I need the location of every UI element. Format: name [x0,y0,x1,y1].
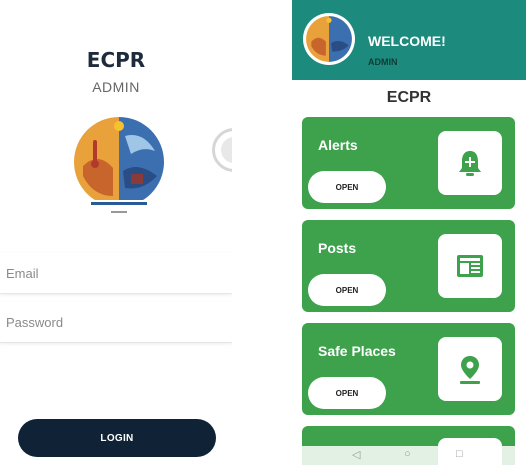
posts-icon-box[interactable] [438,234,502,298]
card-label: Safe Places [318,343,396,359]
email-input[interactable] [0,253,226,293]
back-nav-icon[interactable]: ◁ [352,448,360,461]
open-safe-places-button[interactable]: OPEN [308,377,386,409]
map-pin-icon [460,356,480,384]
profile-circle-icon [212,128,232,172]
login-button[interactable]: LOGIN [18,419,216,457]
app-title: ECPR [86,48,146,72]
safe-places-card[interactable]: Safe Places OPEN [302,323,515,415]
home-nav-icon[interactable]: ○ [404,448,411,460]
newspaper-icon [457,255,483,277]
bell-plus-icon [459,151,481,176]
dashboard-header: WELCOME! ADMIN [292,0,526,80]
login-screen: ECPR ADMIN LOGIN [0,0,232,465]
recent-nav-icon[interactable]: □ [456,448,463,460]
password-input[interactable] [0,302,226,342]
organization-logo [74,117,164,213]
admin-subtitle: ADMIN [92,79,140,95]
role-label: ADMIN [368,57,398,67]
dashboard-screen: WELCOME! ADMIN ECPR Alerts OPEN Posts OP… [292,0,526,465]
safe-places-icon-box[interactable] [438,337,502,401]
password-field[interactable] [0,302,232,343]
avatar [303,13,355,65]
alerts-icon-box[interactable] [438,131,502,195]
welcome-text: WELCOME! [368,33,446,49]
open-posts-button[interactable]: OPEN [308,274,386,306]
open-alerts-button[interactable]: OPEN [308,171,386,203]
card-label: Posts [318,240,357,256]
alerts-card[interactable]: Alerts OPEN [302,117,515,209]
android-nav-bar: ◁ ○ □ [292,446,526,465]
organization-logo-small [306,16,352,62]
posts-card[interactable]: Posts OPEN [302,220,515,312]
email-field[interactable] [0,253,232,294]
card-label: Alerts [318,137,358,153]
page-title: ECPR [386,89,432,106]
